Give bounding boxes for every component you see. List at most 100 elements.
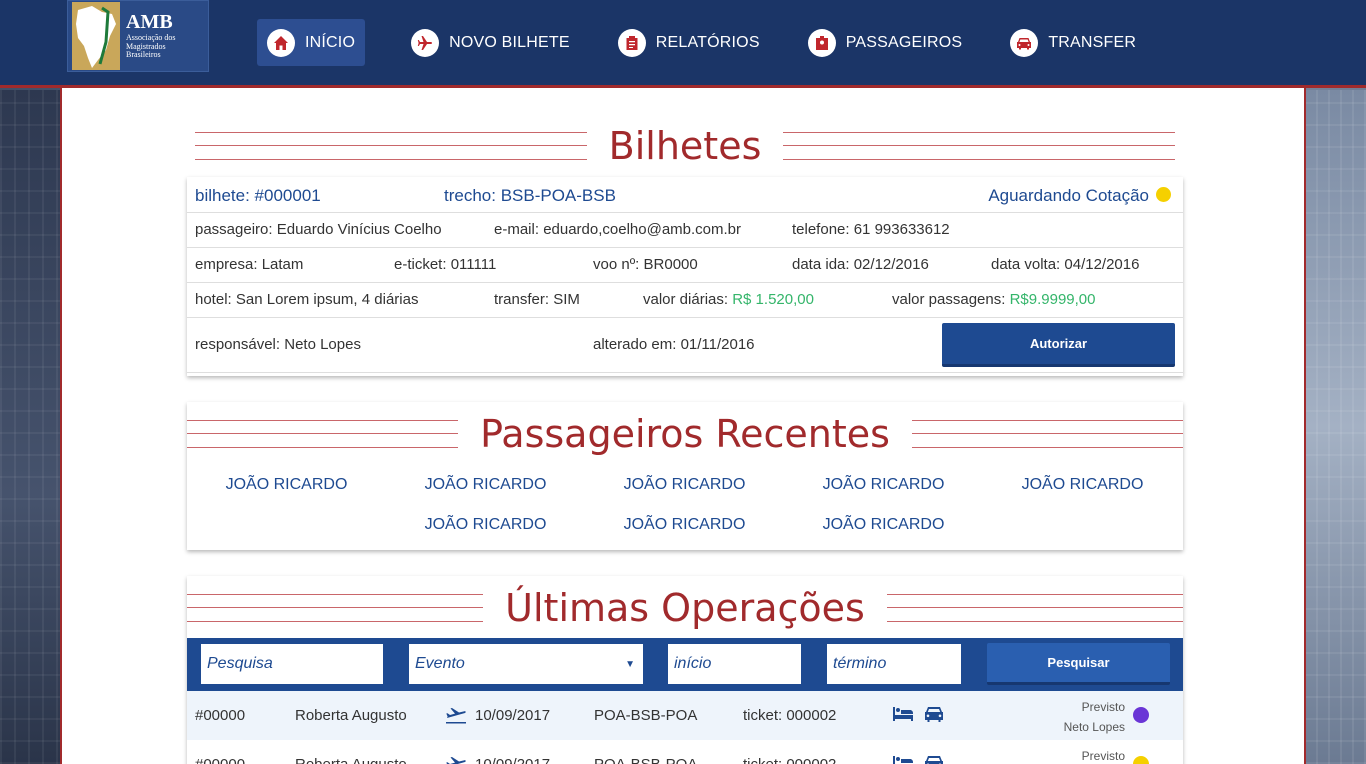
nav-label: INÍCIO (305, 33, 356, 51)
title-decoration (886, 594, 1184, 622)
nav-item-inicio[interactable]: INÍCIO (257, 19, 366, 66)
bilhetes-heading: Bilhetes (195, 124, 1176, 168)
alterado-value: 01/11/2016 (680, 336, 755, 353)
title-decoration (783, 132, 1176, 160)
main-nav: INÍCIO NOVO BILHETE RELATÓRIOS PASSAGEIR… (257, 19, 1174, 66)
email-label: e-mail: (494, 221, 540, 238)
authorize-button[interactable]: Autorizar (942, 323, 1175, 367)
brazil-map-icon (72, 2, 120, 70)
ticket-status: Aguardando Cotação (988, 186, 1149, 205)
start-date-input[interactable]: início (668, 644, 801, 684)
hotel-label: hotel: (195, 291, 232, 308)
event-select[interactable]: Evento ▼ (409, 644, 643, 684)
main-content: Bilhetes bilhete: #000001 trecho: BSB-PO… (60, 88, 1306, 764)
recent-passenger-link[interactable]: JOÃO RICARDO (585, 476, 784, 494)
home-icon (267, 28, 295, 57)
search-button[interactable]: Pesquisar (987, 643, 1170, 685)
operation-status-block: Previsto (1082, 746, 1125, 764)
ticket-hotel-row: hotel: San Lorem ipsum, 4 diárias transf… (187, 283, 1183, 318)
transfer-label: transfer: (494, 291, 550, 308)
plane-icon (411, 28, 440, 57)
operation-id: #00000 (195, 756, 245, 764)
passageiro-value: Eduardo Vinícius Coelho (276, 221, 442, 238)
recent-passenger-link[interactable]: JOÃO RICARDO (386, 476, 585, 494)
amb-logo[interactable]: AMB Associação dos Magistrados Brasileir… (67, 0, 209, 72)
operation-route: POA-BSB-POA (594, 756, 697, 764)
recent-passenger-link[interactable]: JOÃO RICARDO (784, 476, 983, 494)
valor-diarias-label: valor diárias: (643, 291, 729, 308)
responsavel-value: Neto Lopes (284, 336, 361, 353)
nav-item-transfer[interactable]: TRANSFER (1000, 19, 1146, 66)
operation-status: Previsto (1081, 700, 1125, 714)
operations-heading: Últimas Operações (187, 586, 1184, 630)
title-decoration (195, 132, 587, 160)
operation-status-dot (1133, 707, 1149, 723)
operation-passenger: Roberta Augusto (295, 756, 407, 764)
recent-passenger-link[interactable]: JOÃO RICARDO (784, 516, 983, 534)
ticket-passenger-row: passageiro: Eduardo Vinícius Coelho e-ma… (187, 213, 1183, 248)
nav-item-relatorios[interactable]: RELATÓRIOS (608, 19, 770, 66)
operation-id: #00000 (195, 707, 246, 724)
recent-passenger-link[interactable]: JOÃO RICARDO (187, 476, 386, 494)
recent-passenger-link[interactable]: JOÃO RICARDO (386, 516, 585, 534)
empresa-label: empresa: (195, 256, 258, 273)
operation-row[interactable]: #00000 Roberta Augusto 10/09/2017 POA-BS… (187, 691, 1183, 740)
telefone-label: telefone: (792, 221, 850, 238)
clipboard-icon (617, 28, 646, 57)
operation-ticket: ticket: 000002 (743, 756, 836, 764)
operation-status-dot (1133, 756, 1149, 764)
nav-label: NOVO BILHETE (449, 33, 570, 51)
alterado-label: alterado em: (593, 336, 677, 353)
valor-passagens-value: R$9.9999,00 (1009, 291, 1096, 308)
recent-passenger-link[interactable]: JOÃO RICARDO (585, 516, 784, 534)
departure-plane-icon (445, 755, 467, 764)
recent-passenger-link[interactable]: JOÃO RICARDO (983, 476, 1182, 494)
background-building-right (1304, 90, 1366, 764)
transfer-car-icon (924, 755, 944, 764)
nav-item-passageiros[interactable]: PASSAGEIROS (798, 19, 973, 66)
dropdown-arrow-icon: ▼ (625, 658, 635, 670)
section-title: Passageiros Recentes (480, 412, 890, 456)
event-placeholder: Evento (415, 655, 465, 672)
operation-passenger: Roberta Augusto (295, 707, 407, 724)
recent-passengers-heading: Passageiros Recentes (187, 412, 1184, 456)
page-title: Bilhetes (608, 124, 762, 168)
operation-ticket: ticket: 000002 (743, 707, 837, 724)
operation-row[interactable]: #00000 Roberta Augusto 10/09/2017 POA-BS… (187, 740, 1183, 764)
operation-date: 10/09/2017 (475, 756, 550, 764)
transfer-car-icon (924, 706, 944, 727)
nav-item-novo-bilhete[interactable]: NOVO BILHETE (401, 19, 580, 66)
title-decoration (911, 420, 1184, 448)
operation-status-block: Previsto Neto Lopes (1064, 697, 1125, 737)
nav-label: PASSAGEIROS (845, 33, 963, 51)
car-icon (1010, 28, 1039, 57)
title-decoration (187, 594, 484, 622)
departure-plane-icon (445, 706, 467, 728)
voo-label: voo nº: (593, 256, 640, 273)
empresa-value: Latam (261, 256, 304, 273)
ticket-responsavel-row: responsável: Neto Lopes alterado em: 01/… (187, 318, 1183, 373)
logo-subtitle: Associação dos Magistrados Brasileiros (126, 32, 176, 60)
eticket-label: e-ticket: (394, 256, 447, 273)
start-date-placeholder: início (674, 655, 712, 672)
background-building-left (0, 90, 62, 764)
hotel-bed-icon (892, 706, 914, 726)
search-placeholder: Pesquisa (207, 655, 273, 672)
badge-icon (807, 28, 836, 57)
recent-passengers-card: Passageiros Recentes JOÃO RICARDO JOÃO R… (187, 402, 1184, 550)
valor-passagens-label: valor passagens: (892, 291, 1006, 308)
operation-date: 10/09/2017 (475, 707, 551, 724)
hotel-value: San Lorem ipsum, 4 diárias (235, 291, 419, 308)
hotel-bed-icon (892, 755, 914, 764)
data-ida-label: data ida: (792, 256, 850, 273)
telefone-value: 61 993633612 (853, 221, 950, 238)
nav-label: TRANSFER (1048, 33, 1137, 51)
eticket-value: 011111 (450, 256, 497, 273)
responsavel-label: responsável: (195, 336, 281, 353)
operation-responsible: Neto Lopes (1063, 720, 1125, 734)
section-title: Últimas Operações (505, 586, 865, 630)
end-date-input[interactable]: término (827, 644, 961, 684)
title-decoration (187, 420, 459, 448)
transfer-value: SIM (553, 291, 580, 308)
search-input[interactable]: Pesquisa (201, 644, 383, 684)
